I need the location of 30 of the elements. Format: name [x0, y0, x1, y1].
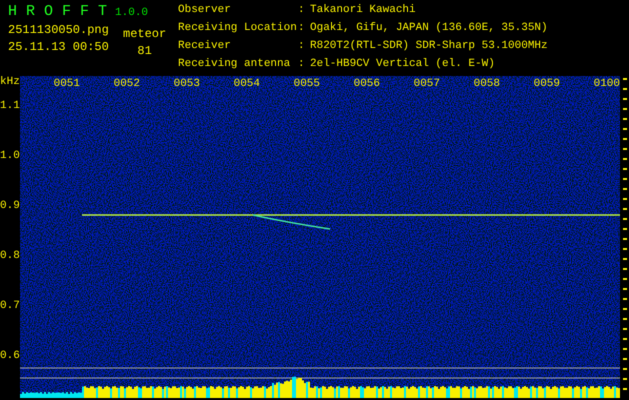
station-value: Ogaki, Gifu, JAPAN (136.60E, 35.35N) [310, 22, 548, 36]
time-label: 0051 [52, 78, 80, 90]
time-label: 0052 [112, 78, 140, 90]
file-datetime: 25.11.13 00:50 [8, 41, 110, 53]
station-label: Receiving Location [178, 22, 298, 36]
frequency-label: 0.7 [0, 300, 20, 314]
detection-label: meteor [123, 28, 166, 40]
axis-unit: kHz [0, 76, 20, 90]
station-value: Takanori Kawachi [310, 4, 417, 18]
frequency-label: 1.0 [0, 150, 20, 164]
time-label: 0058 [472, 78, 500, 90]
frequency-label: 0.8 [0, 250, 20, 264]
time-label: 0056 [352, 78, 380, 90]
separator-colon: : [298, 22, 305, 36]
station-label: Receiving antenna [178, 58, 292, 72]
app-version: 1.0.0 [115, 7, 148, 19]
separator-colon: : [298, 58, 305, 72]
separator-colon: : [298, 4, 305, 18]
app-title: H R O F F T [8, 4, 108, 20]
frequency-label: 0.9 [0, 200, 20, 214]
station-value: R820T2(RTL-SDR) SDR-Sharp 53.1000MHz [310, 40, 548, 54]
station-value: 2el-HB9CV Vertical (el. E-W) [310, 58, 496, 72]
frequency-label: 1.1 [0, 100, 20, 114]
station-label: Observer [178, 4, 232, 18]
time-label: 0100 [592, 78, 620, 90]
separator-colon: : [298, 40, 305, 54]
file-name: 2511130050.png [8, 24, 110, 36]
frequency-label: 0.6 [0, 350, 20, 364]
station-label: Receiver [178, 40, 232, 54]
detection-count: 81 [137, 45, 152, 57]
